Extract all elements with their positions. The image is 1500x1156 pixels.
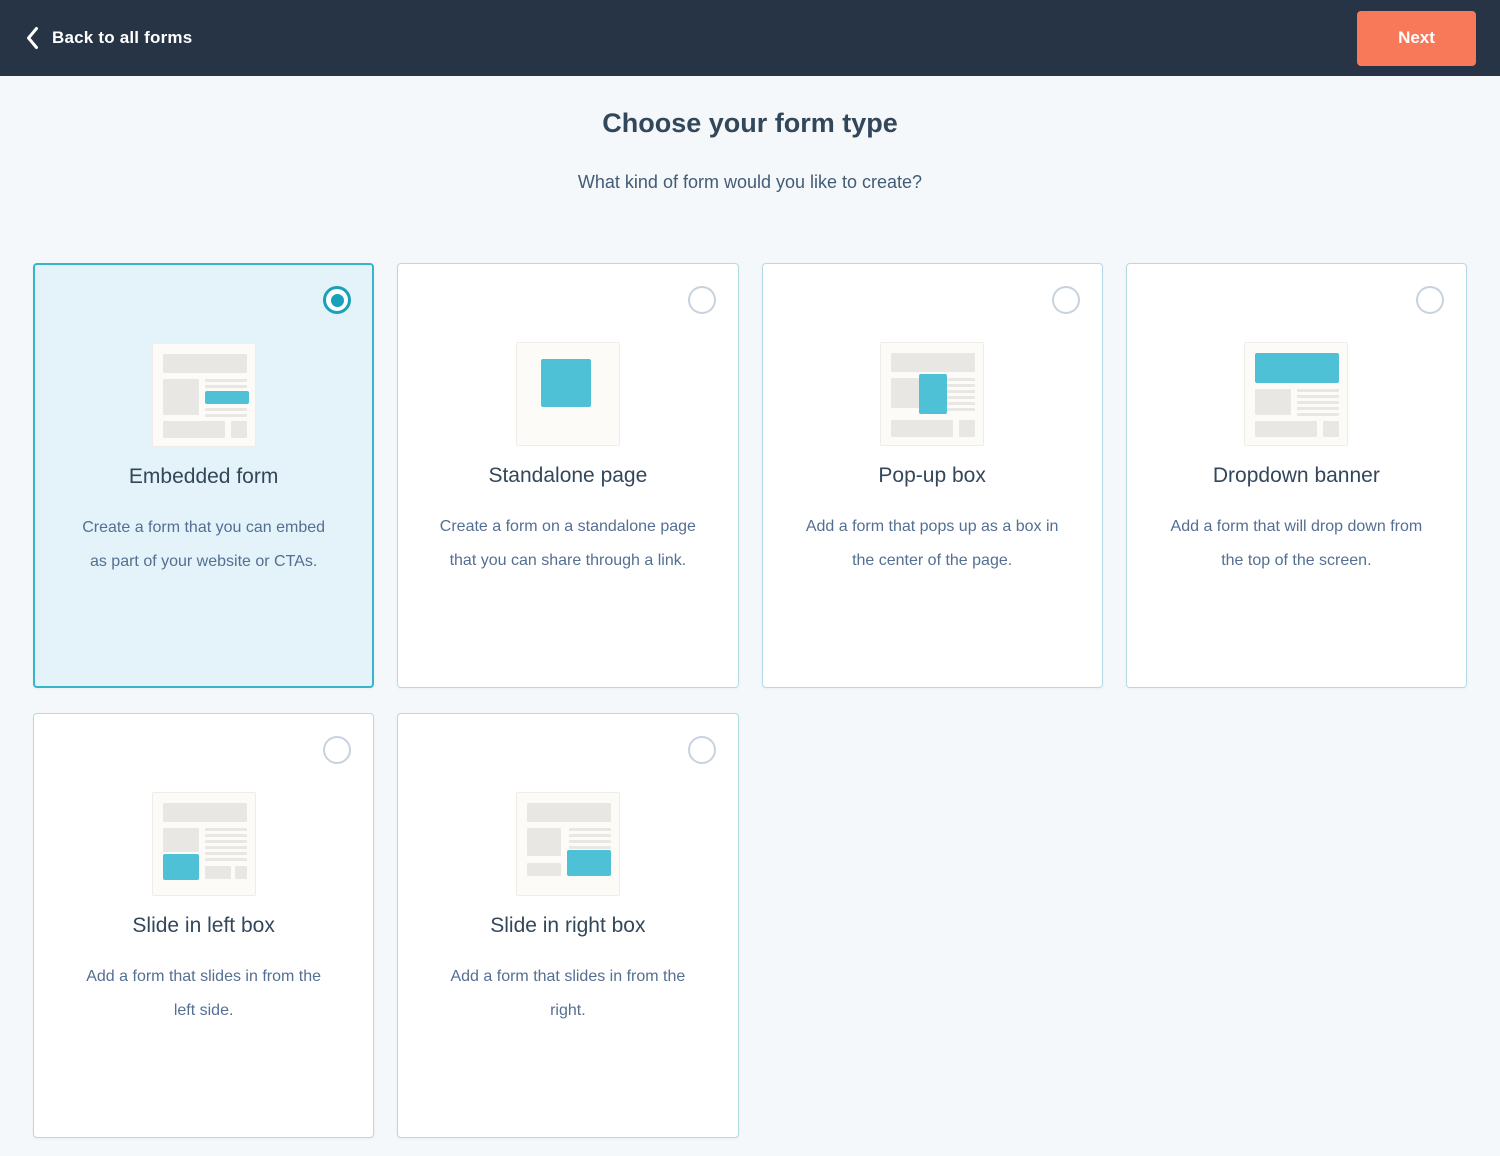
card-description: Create a form on a standalone page that … (418, 510, 718, 578)
card-title: Pop-up box (763, 464, 1102, 488)
card-title: Standalone page (398, 464, 737, 488)
slide-in-left-box-illustration (152, 792, 256, 896)
card-title: Slide in left box (34, 914, 373, 938)
back-to-all-forms-link[interactable]: Back to all forms (24, 25, 192, 51)
card-standalone-page[interactable]: Standalone page Create a form on a stand… (397, 263, 738, 688)
radio-slide-in-right-box[interactable] (688, 736, 716, 764)
card-dropdown-banner[interactable]: Dropdown banner Add a form that will dro… (1126, 263, 1467, 688)
card-description: Add a form that will drop down from the … (1146, 510, 1446, 578)
card-popup-box[interactable]: Pop-up box Add a form that pops up as a … (762, 263, 1103, 688)
radio-embedded-form[interactable] (323, 286, 351, 314)
dropdown-banner-illustration (1244, 342, 1348, 446)
card-description: Add a form that slides in from the right… (418, 960, 718, 1028)
card-description: Add a form that pops up as a box in the … (782, 510, 1082, 578)
slide-in-right-box-illustration (516, 792, 620, 896)
radio-dropdown-banner[interactable] (1416, 286, 1444, 314)
card-slide-in-left-box[interactable]: Slide in left box Add a form that slides… (33, 713, 374, 1138)
form-type-chooser: Choose your form type What kind of form … (0, 108, 1500, 1138)
radio-popup-box[interactable] (1052, 286, 1080, 314)
card-title: Slide in right box (398, 914, 737, 938)
radio-slide-in-left-box[interactable] (323, 736, 351, 764)
card-slide-in-right-box[interactable]: Slide in right box Add a form that slide… (397, 713, 738, 1138)
card-embedded-form[interactable]: Embedded form Create a form that you can… (33, 263, 374, 688)
page-header: Choose your form type What kind of form … (0, 108, 1500, 193)
card-description: Create a form that you can embed as part… (54, 511, 354, 579)
top-navigation-bar: Back to all forms Next (0, 0, 1500, 76)
next-button[interactable]: Next (1357, 11, 1476, 66)
chevron-left-icon (24, 25, 40, 51)
card-title: Dropdown banner (1127, 464, 1466, 488)
card-title: Embedded form (35, 465, 372, 489)
popup-box-illustration (880, 342, 984, 446)
card-description: Add a form that slides in from the left … (54, 960, 354, 1028)
embedded-form-illustration (152, 343, 256, 447)
back-link-label: Back to all forms (52, 28, 192, 48)
radio-standalone-page[interactable] (688, 286, 716, 314)
standalone-page-illustration (516, 342, 620, 446)
page-subtitle: What kind of form would you like to crea… (0, 172, 1500, 193)
page-title: Choose your form type (0, 108, 1500, 139)
form-type-card-grid: Embedded form Create a form that you can… (33, 263, 1467, 1138)
